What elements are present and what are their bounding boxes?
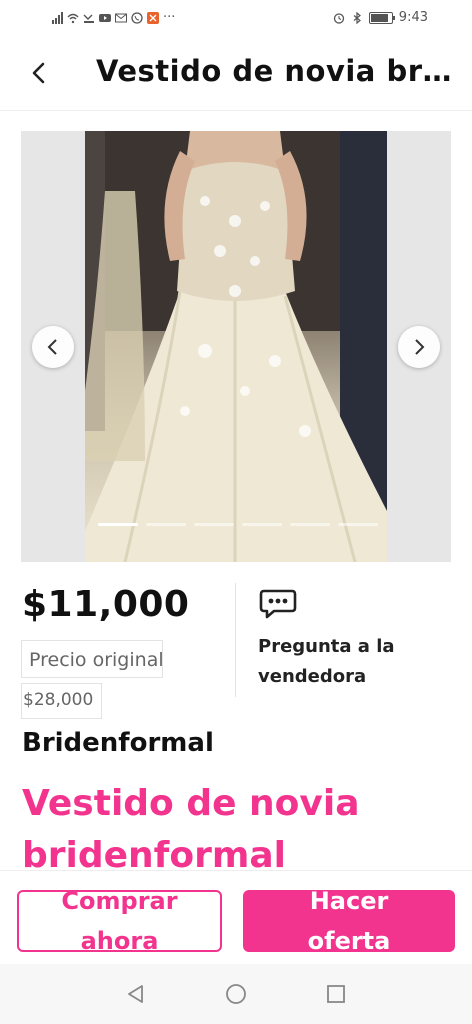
more-notifications-icon: ··· [163, 10, 176, 25]
system-recents-button[interactable] [324, 982, 348, 1006]
alarm-icon [333, 12, 344, 24]
buy-now-button[interactable]: Comprar ahora [17, 887, 222, 955]
system-icons: 9:43 [333, 10, 428, 25]
ask-seller-button[interactable]: Pregunta a la vendedora [258, 588, 448, 692]
gallery-pagination [98, 523, 378, 526]
chat-bubble-icon [259, 589, 297, 619]
gallery-dot[interactable] [338, 523, 378, 526]
wedding-dress-illustration [85, 131, 387, 562]
app-header: Vestido de novia bridenformal [0, 36, 472, 111]
whatsapp-icon [131, 11, 143, 24]
seller-name[interactable]: Bridenformal [22, 728, 214, 758]
buy-now-label-line1: Comprar [61, 887, 178, 915]
original-price: $28,000 [21, 683, 102, 719]
gmail-icon [115, 13, 127, 22]
image-gallery[interactable] [21, 131, 451, 562]
gallery-dot[interactable] [146, 523, 186, 526]
product-title: Vestido de novia bridenformal [22, 778, 462, 882]
chevron-left-icon [47, 339, 57, 355]
previous-image-button[interactable] [32, 326, 74, 368]
triangle-back-icon [128, 985, 143, 1003]
action-bar: Comprar ahora Hacer oferta [0, 870, 472, 965]
gallery-dot[interactable] [242, 523, 282, 526]
app-icon [147, 11, 159, 24]
original-price-label: Precio original [21, 640, 164, 678]
bluetooth-icon [353, 11, 361, 24]
product-title-line1: Vestido de novia [22, 783, 360, 824]
status-bar: ··· 9:43 [0, 0, 472, 36]
gallery-dot[interactable] [290, 523, 330, 526]
gallery-dot[interactable] [194, 523, 234, 526]
make-offer-label-line1: Hacer [309, 887, 389, 915]
signal-icon [52, 11, 63, 24]
clock: 9:43 [398, 10, 428, 25]
system-back-button[interactable] [124, 982, 148, 1006]
notification-icons: ··· [52, 10, 175, 25]
price: $11,000 [22, 584, 190, 625]
back-button[interactable] [22, 56, 56, 90]
buy-now-label-line2: ahora [80, 927, 159, 955]
system-home-button[interactable] [224, 982, 248, 1006]
ask-seller-label-line2: vendedora [258, 666, 367, 687]
product-photo [85, 131, 387, 562]
battery-icon [368, 11, 395, 24]
square-recents-icon [327, 985, 345, 1003]
chevron-left-icon [32, 62, 45, 84]
divider [235, 583, 236, 697]
make-offer-button[interactable]: Hacer oferta [243, 887, 455, 955]
missed-call-icon [83, 14, 94, 23]
page-title: Vestido de novia bridenformal [96, 54, 456, 88]
system-navigation-bar [0, 964, 472, 1024]
youtube-icon [99, 13, 111, 22]
wifi-icon [67, 13, 79, 23]
make-offer-label-line2: oferta [307, 927, 391, 955]
chevron-right-icon [415, 339, 425, 355]
gallery-dot[interactable] [98, 523, 138, 526]
circle-home-icon [226, 984, 246, 1004]
next-image-button[interactable] [398, 326, 440, 368]
ask-seller-label-line1: Pregunta a la [258, 636, 395, 657]
